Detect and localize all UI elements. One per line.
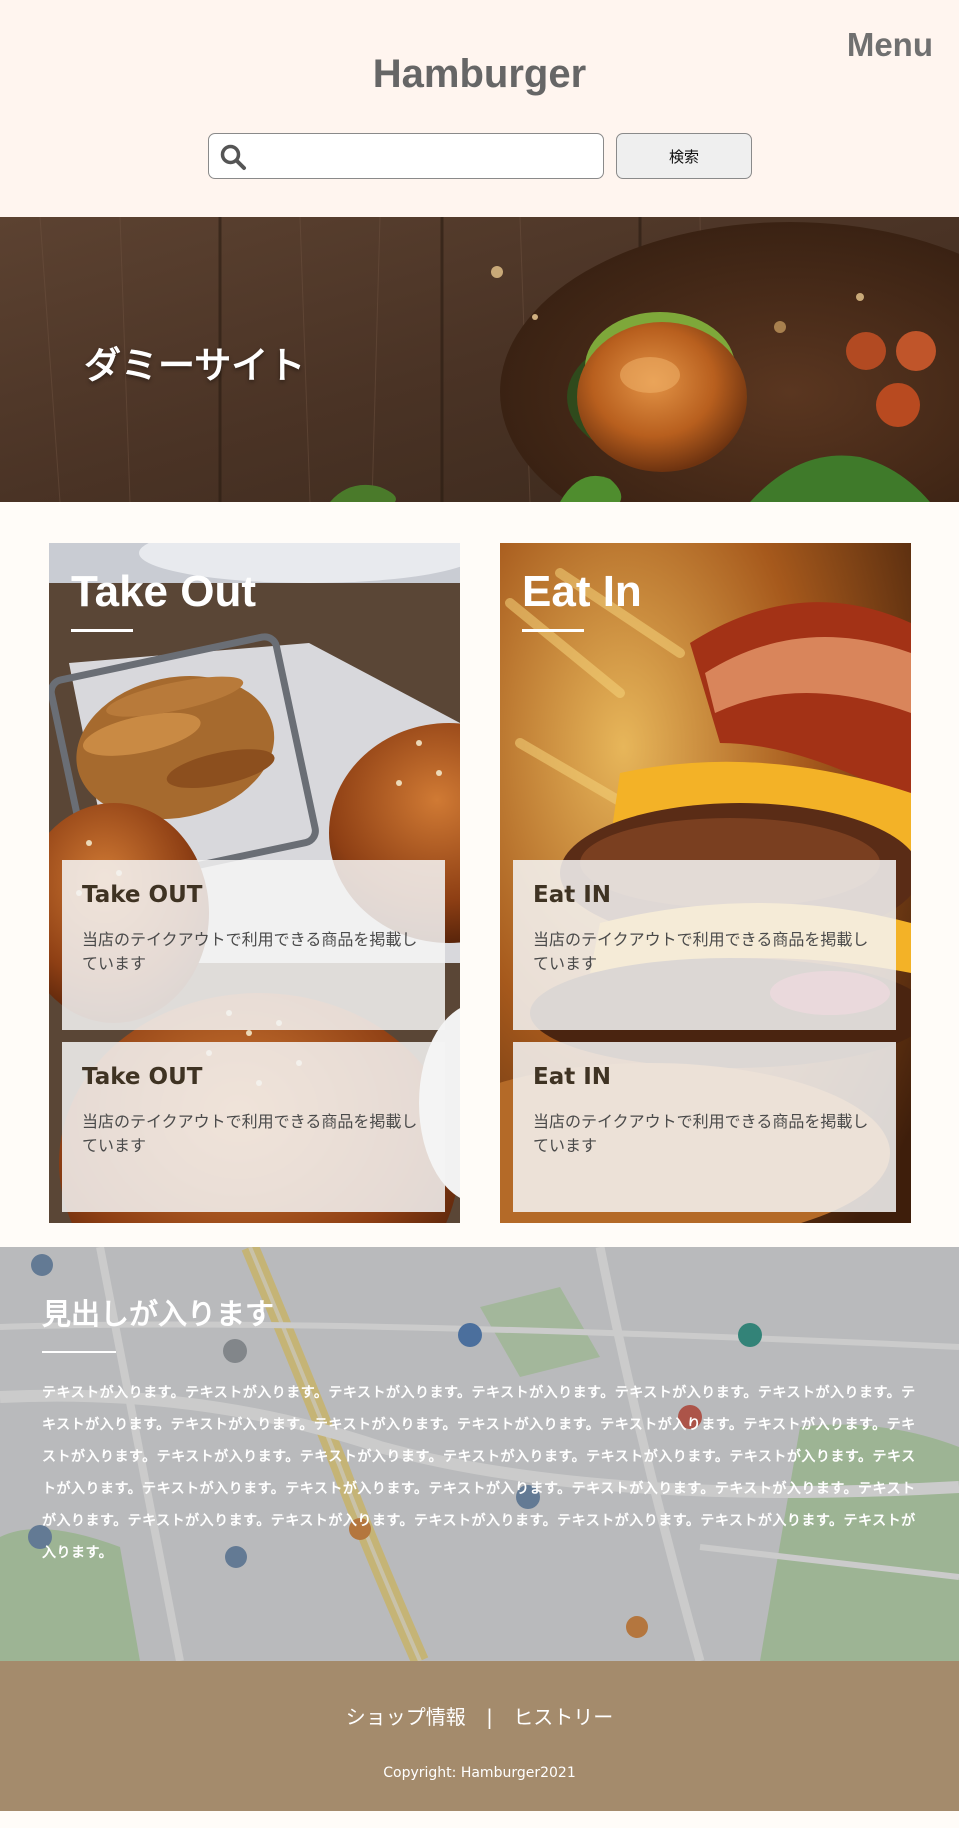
copyright: Copyright: Hamburger2021: [383, 1765, 576, 1781]
footer-link-history[interactable]: ヒストリー: [513, 1701, 613, 1730]
section-body-text: テキストが入ります。テキストが入ります。テキストが入ります。テキストが入ります。…: [42, 1385, 916, 1561]
card-text: 当店のテイクアウトで利用できる商品を掲載しています: [82, 1112, 418, 1155]
eatin-column[interactable]: Eat In Eat IN 当店のテイクアウトで利用できる商品を掲載しています …: [500, 543, 911, 1223]
footer-link-shop-info[interactable]: ショップ情報: [346, 1701, 466, 1730]
takeout-column[interactable]: Take Out Take OUT 当店のテイクアウトで利用できる商品を掲載して…: [49, 543, 460, 1223]
search-bar: 検索: [208, 133, 752, 179]
eatin-card[interactable]: Eat IN 当店のテイクアウトで利用できる商品を掲載しています: [513, 860, 896, 1030]
section-heading: 見出しが入ります: [42, 1297, 275, 1331]
hero-banner: ダミーサイト: [0, 217, 959, 502]
footer-nav: ショップ情報 | ヒストリー: [0, 1701, 959, 1730]
map-section: 見出しが入ります テキストが入ります。テキストが入ります。テキストが入ります。テ…: [0, 1247, 959, 1661]
card-title: Take OUT: [82, 1064, 203, 1090]
card-text: 当店のテイクアウトで利用できる商品を掲載しています: [82, 930, 418, 973]
site-footer: ショップ情報 | ヒストリー Copyright: Hamburger2021: [0, 1661, 959, 1811]
hero-title: ダミーサイト: [84, 344, 306, 387]
search-input[interactable]: [255, 140, 595, 172]
takeout-heading: Take Out: [71, 567, 257, 616]
card-text: 当店のテイクアウトで利用できる商品を掲載しています: [533, 1112, 869, 1155]
menu-sections: Take Out Take OUT 当店のテイクアウトで利用できる商品を掲載して…: [0, 502, 959, 1247]
card-text: 当店のテイクアウトで利用できる商品を掲載しています: [533, 930, 869, 973]
site-header: Menu Hamburger 検索: [0, 0, 959, 217]
search-icon: [220, 144, 246, 170]
card-title: Eat IN: [533, 882, 612, 908]
eatin-heading: Eat In: [522, 567, 642, 616]
card-title: Take OUT: [82, 882, 203, 908]
site-title: Hamburger: [372, 52, 587, 96]
takeout-card[interactable]: Take OUT 当店のテイクアウトで利用できる商品を掲載しています: [62, 1042, 445, 1212]
card-title: Eat IN: [533, 1064, 612, 1090]
footer-separator: |: [486, 1705, 493, 1729]
takeout-card[interactable]: Take OUT 当店のテイクアウトで利用できる商品を掲載しています: [62, 860, 445, 1030]
takeout-heading-underline: [71, 629, 133, 632]
section-heading-underline: [42, 1351, 116, 1353]
eatin-card[interactable]: Eat IN 当店のテイクアウトで利用できる商品を掲載しています: [513, 1042, 896, 1212]
eatin-heading-underline: [522, 629, 584, 632]
search-button[interactable]: 検索: [616, 133, 752, 179]
search-field: [208, 133, 604, 179]
